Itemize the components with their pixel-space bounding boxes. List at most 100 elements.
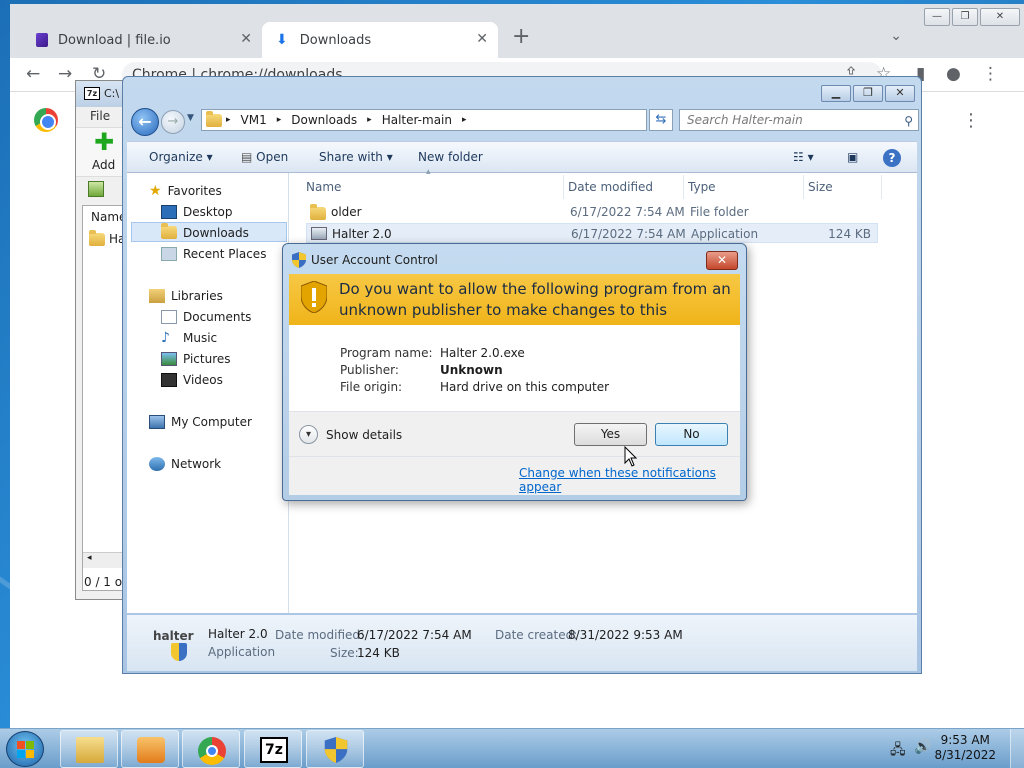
explorer-window-controls: ▁ ❐ ✕ — [821, 85, 915, 102]
change-notifications-link[interactable]: Change when these notifications appear — [519, 466, 740, 494]
taskbar-7zip[interactable]: 7z — [244, 730, 302, 768]
tab-close-icon[interactable]: ✕ — [476, 31, 488, 47]
volume-icon[interactable]: 🔊 — [914, 739, 931, 755]
menu-file[interactable]: File — [90, 109, 110, 123]
clock[interactable]: 9:53 AM 8/31/2022 — [934, 733, 996, 763]
taskbar-explorer[interactable] — [60, 730, 118, 768]
command-bar: Organize ▾ ▤ Open Share with ▾ New folde… — [127, 141, 917, 173]
breadcrumb-vm1[interactable]: VM1 — [241, 110, 267, 130]
documents-icon — [161, 309, 177, 324]
desktop: Download | file.io ✕ ⬇ Downloads ✕ + ⌄ —… — [0, 0, 1024, 728]
table-row-selected[interactable]: Halter 2.0 6/17/2022 7:54 AM Application… — [306, 223, 878, 243]
uac-dialog: User Account Control ✕ Do you want to al… — [282, 243, 747, 501]
file-origin-value: Hard drive on this computer — [440, 380, 610, 394]
desktop-icon — [161, 204, 177, 219]
application-icon — [311, 227, 327, 240]
taskbar-media-player[interactable] — [121, 730, 179, 768]
taskbar-chrome[interactable] — [182, 730, 240, 768]
search-icon[interactable]: ⚲ — [904, 111, 913, 131]
sort-indicator-icon: ▴ — [426, 167, 431, 177]
nav-documents[interactable]: Documents — [161, 306, 251, 327]
add-plus-icon[interactable]: ✚ — [94, 130, 114, 154]
warning-banner: Do you want to allow the following progr… — [289, 274, 740, 340]
chrome-window-controls: — ❐ ✕ — [924, 8, 1020, 26]
breadcrumb-separator-icon: ▸ — [367, 115, 372, 125]
nav-libraries[interactable]: Libraries — [149, 285, 223, 306]
sevenzip-app-icon: 7z — [84, 87, 100, 100]
breadcrumb-halter-main[interactable]: Halter-main — [382, 110, 452, 130]
minimize-button[interactable]: — — [924, 8, 950, 26]
chrome-icon — [198, 737, 226, 765]
refresh-button[interactable]: ⇆ — [649, 109, 673, 131]
address-bar[interactable]: ▸ VM1 ▸ Downloads ▸ Halter-main ▸ ▼ — [201, 109, 706, 131]
column-header-size[interactable]: Size — [804, 175, 882, 199]
column-header-name[interactable]: Name — [302, 175, 564, 199]
nav-desktop[interactable]: Desktop — [161, 201, 233, 222]
computer-icon — [149, 414, 165, 429]
show-desktop-button[interactable] — [1010, 729, 1024, 768]
up-folder-icon[interactable] — [88, 181, 104, 197]
view-options-icon[interactable]: ☷ ▾ — [793, 150, 814, 164]
back-arrow-icon[interactable]: ← — [131, 108, 159, 136]
tab-close-icon[interactable]: ✕ — [240, 31, 252, 47]
navigation-pane: ★ Favorites Desktop Downloads Recent Plac… — [127, 173, 289, 613]
breadcrumb-downloads[interactable]: Downloads — [291, 110, 357, 130]
table-row[interactable]: older 6/17/2022 7:54 AM File folder — [306, 202, 878, 222]
menu-kebab-icon[interactable]: ⋮ — [982, 64, 999, 84]
network-tray-icon[interactable]: 🖧 — [890, 739, 906, 763]
taskbar: 7z 🖧 🔊 9:53 AM 8/31/2022 — [0, 728, 1024, 768]
close-button[interactable]: ✕ — [706, 251, 738, 270]
nav-my-computer[interactable]: My Computer — [149, 411, 252, 432]
star-icon: ★ — [149, 182, 162, 199]
nav-music[interactable]: ♪ Music — [161, 327, 217, 348]
publisher-value: Unknown — [440, 363, 503, 377]
help-icon[interactable]: ? — [883, 149, 901, 167]
downloads-more-icon[interactable]: ⋮ — [962, 110, 980, 131]
profile-icon[interactable]: ● — [946, 64, 961, 84]
minimize-button[interactable]: ▁ — [821, 85, 851, 102]
tab-file-io[interactable]: Download | file.io ✕ — [10, 22, 262, 58]
nav-videos[interactable]: Videos — [161, 369, 223, 390]
list-item[interactable]: Ha — [89, 229, 125, 246]
clock-time: 9:53 AM — [940, 733, 990, 747]
chrome-tab-strip: Download | file.io ✕ ⬇ Downloads ✕ + ⌄ —… — [10, 4, 1024, 58]
recent-places-icon — [161, 246, 177, 261]
no-button[interactable]: No — [655, 423, 728, 446]
close-button[interactable]: ✕ — [885, 85, 915, 102]
forward-arrow-icon[interactable]: → — [58, 64, 72, 84]
tab-search-chevron-icon[interactable]: ⌄ — [890, 28, 902, 44]
close-button[interactable]: ✕ — [980, 8, 1020, 26]
yes-button[interactable]: Yes — [574, 423, 647, 446]
preview-pane-icon[interactable]: ▣ — [847, 150, 858, 164]
open-button[interactable]: ▤ Open — [241, 150, 288, 164]
maximize-button[interactable]: ❐ — [853, 85, 883, 102]
warning-shield-icon — [301, 281, 327, 313]
add-button[interactable]: Add — [92, 158, 115, 172]
nav-recent-places[interactable]: Recent Places — [161, 243, 266, 264]
restore-button[interactable]: ❐ — [952, 8, 978, 26]
sevenzip-icon: 7z — [260, 737, 288, 763]
column-header-date-modified[interactable]: Date modified — [564, 175, 684, 199]
organize-button[interactable]: Organize ▾ — [149, 150, 213, 164]
forward-arrow-icon[interactable]: → — [161, 110, 185, 134]
uac-shield-icon — [324, 737, 348, 763]
nav-downloads[interactable]: Downloads — [161, 222, 249, 243]
nav-pictures[interactable]: Pictures — [161, 348, 231, 369]
nav-favorites[interactable]: ★ Favorites — [149, 180, 222, 201]
show-details-toggle[interactable]: ▾ Show details — [299, 425, 402, 444]
file-thumbnail: halter — [153, 629, 194, 643]
new-tab-button[interactable]: + — [512, 24, 530, 49]
new-folder-button[interactable]: New folder — [418, 150, 483, 164]
back-arrow-icon[interactable]: ← — [26, 64, 40, 84]
column-header-type[interactable]: Type — [684, 175, 804, 199]
tab-downloads[interactable]: ⬇ Downloads ✕ — [262, 22, 498, 58]
search-input[interactable]: Search Halter-main ⚲ — [679, 109, 919, 131]
share-with-button[interactable]: Share with ▾ — [319, 150, 393, 164]
taskbar-uac[interactable] — [306, 730, 364, 768]
recent-pages-chevron-icon[interactable]: ▼ — [187, 113, 194, 123]
start-button[interactable] — [6, 731, 44, 767]
uac-content: Program name: Halter 2.0.exe Publisher: … — [289, 325, 740, 495]
nav-network[interactable]: Network — [149, 453, 221, 474]
chevron-down-icon: ▾ — [299, 425, 318, 444]
music-icon: ♪ — [161, 329, 170, 346]
